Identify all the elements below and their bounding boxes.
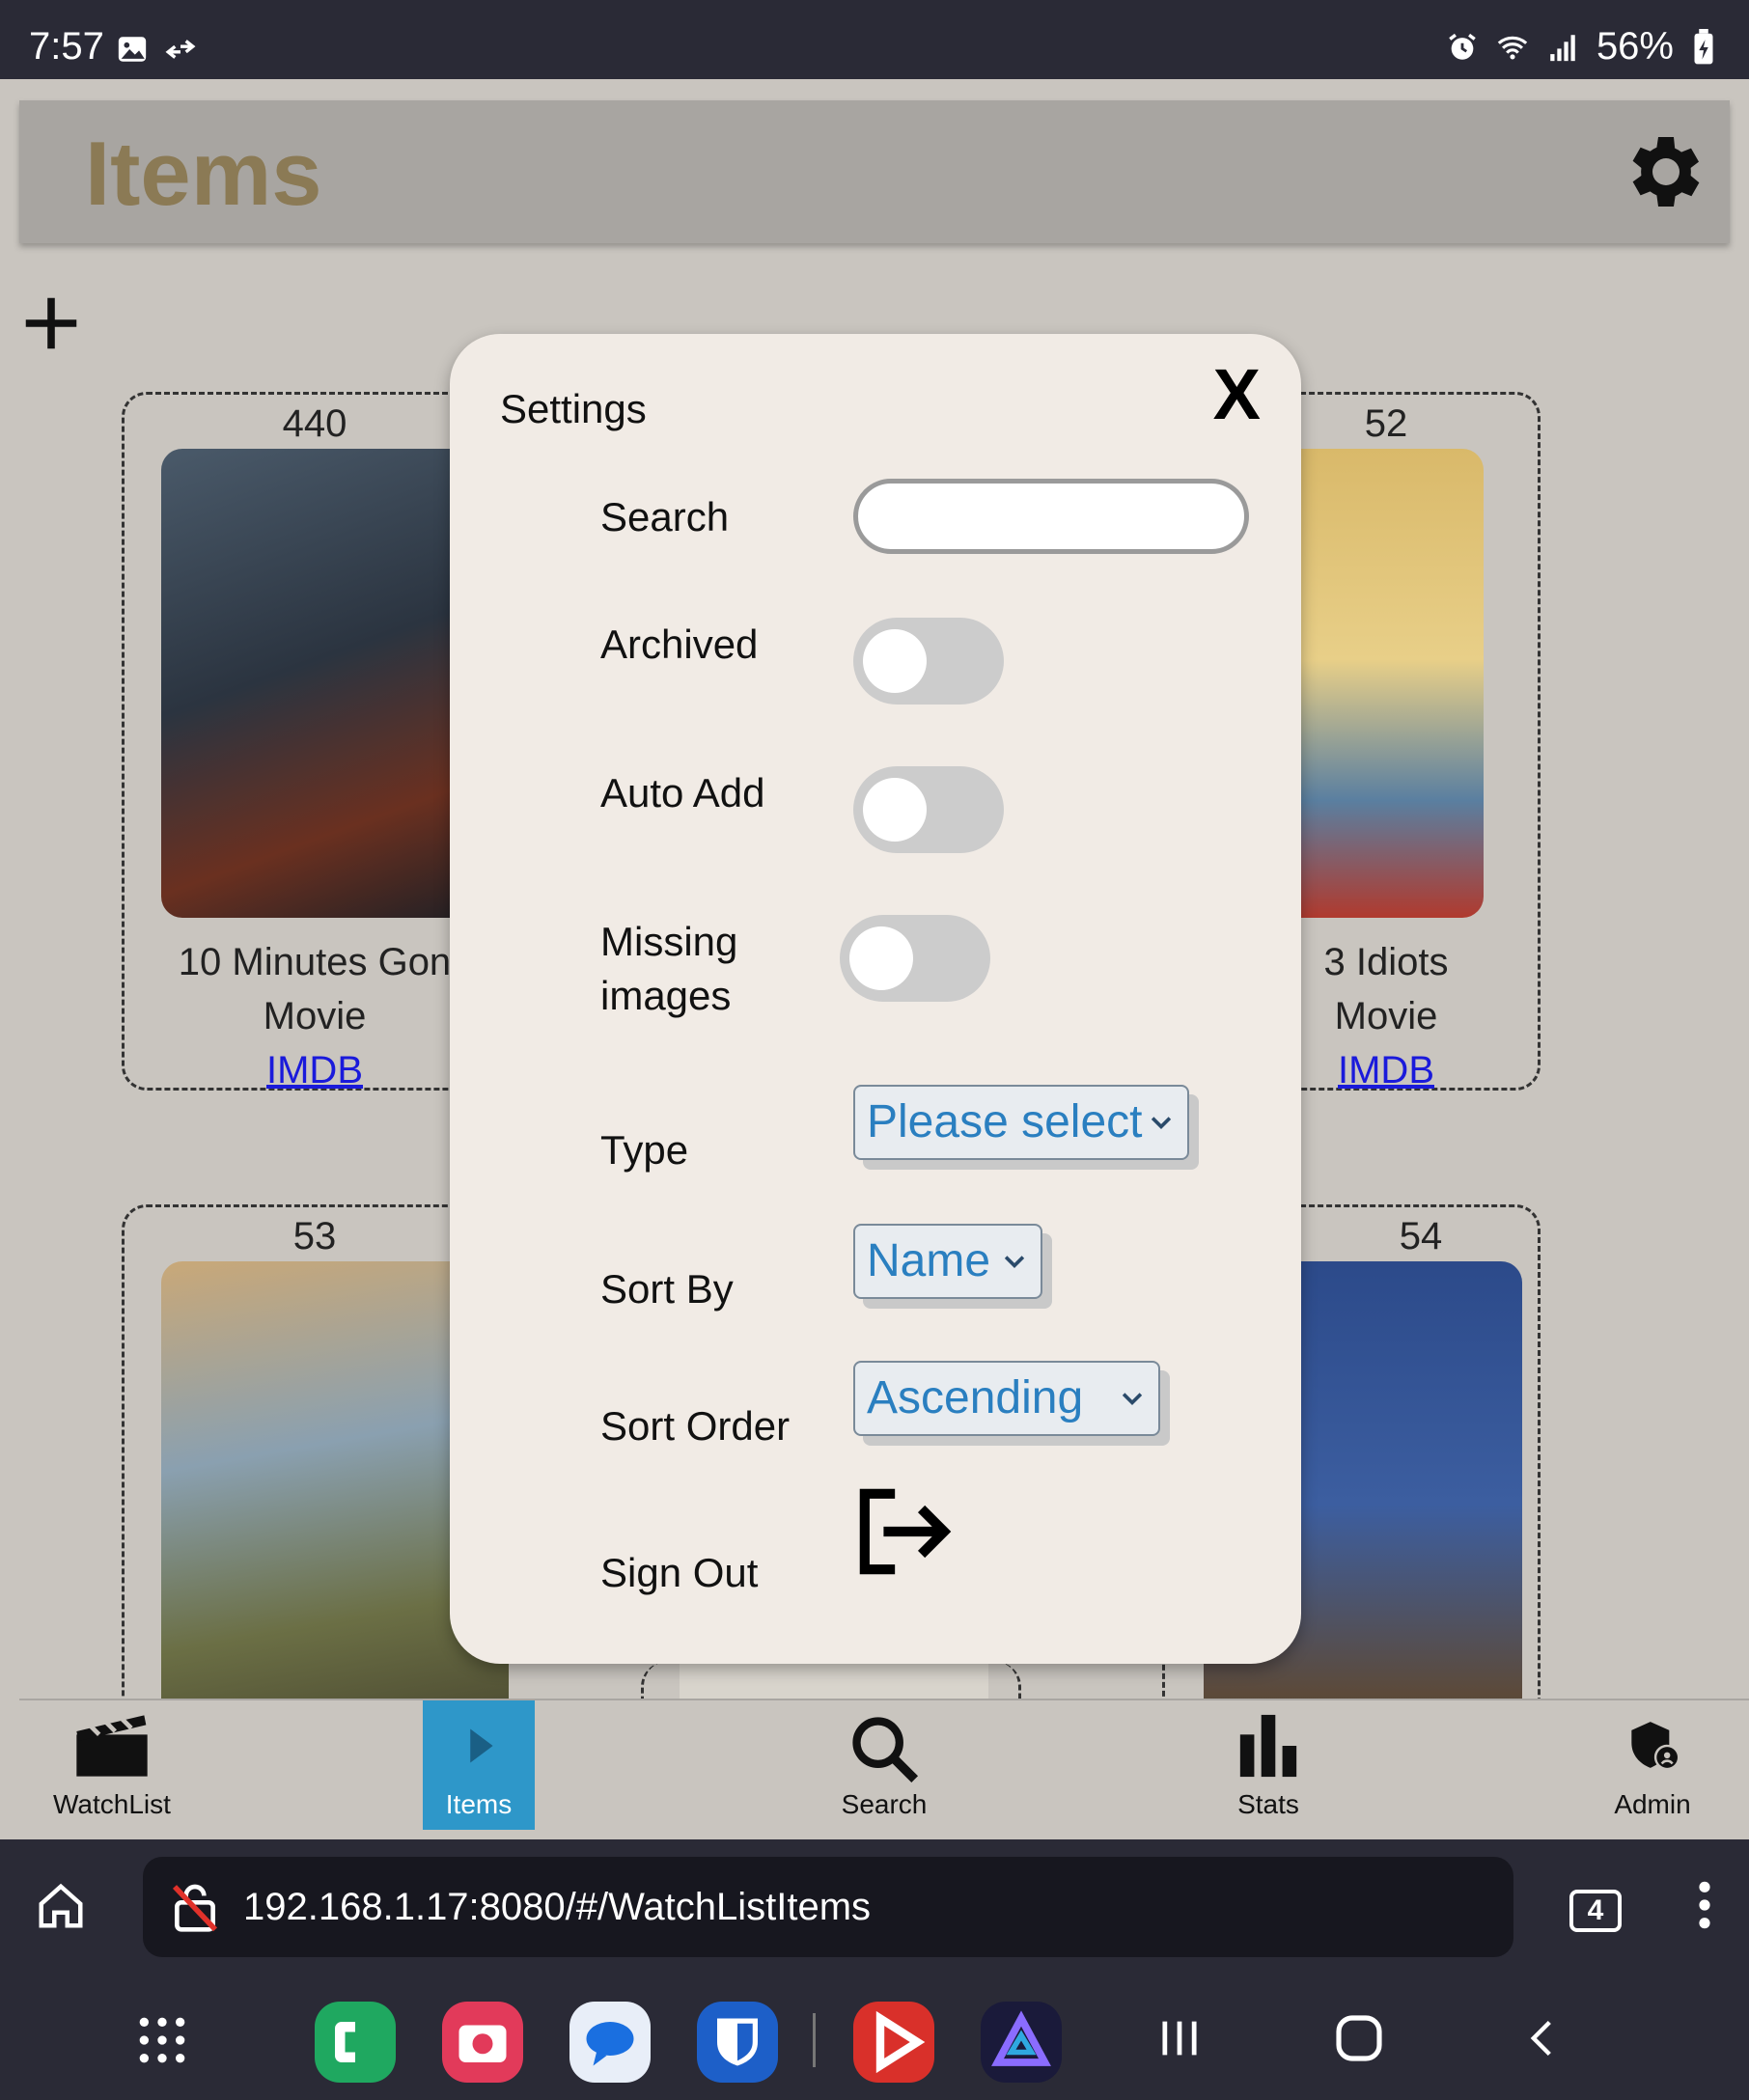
status-bar: 7:57 56% [0,0,1749,79]
nav-item-watchlist[interactable]: WatchList [35,1700,189,1830]
bar-chart-icon [1239,1714,1297,1778]
sort-by-select-value: Name [867,1235,991,1286]
add-item-icon[interactable] [17,290,85,357]
toggle-knob [849,926,913,990]
missing-images-label: Missing images [600,915,737,1023]
sort-by-label: Sort By [600,1266,734,1312]
toggle-knob [863,778,927,842]
nav-label: Admin [1614,1789,1691,1819]
nav-label: Search [841,1789,928,1819]
search-icon [852,1717,919,1783]
close-button[interactable]: X [1213,353,1261,435]
bottom-nav: WatchList Items Search Stats Admin [19,1699,1749,1838]
search-input[interactable] [853,479,1249,554]
chevron-down-icon [1004,1256,1025,1268]
nav-item-items[interactable]: Items [423,1700,535,1830]
nav-item-search[interactable]: Search [807,1700,961,1830]
item-card-title: 10 Minutes Gon [178,941,452,983]
sort-order-select-value: Ascending [867,1372,1084,1423]
battery-icon [1694,28,1713,64]
modal-title: Settings [500,386,647,431]
home-button-icon[interactable] [1332,2011,1386,2065]
app-header: Items [19,100,1730,243]
imdb-link[interactable]: IMDB [266,1049,363,1091]
nav-label: WatchList [53,1789,171,1819]
jellyfin-app-icon[interactable] [981,2002,1062,2083]
tab-count-button[interactable]: 4 [1569,1890,1622,1932]
messages-app-icon[interactable] [569,2002,651,2083]
item-card-type: Movie [263,995,367,1037]
recent-apps-icon[interactable] [1154,2011,1205,2065]
back-icon[interactable] [1521,2011,1564,2065]
data-transfer-icon [165,40,196,59]
gear-icon[interactable] [1616,125,1708,218]
system-nav-bar [0,1967,1749,2100]
type-select-value: Please select [867,1096,1143,1147]
admin-shield-icon [1631,1722,1678,1768]
battery-percent: 56% [1596,25,1674,68]
url-text[interactable]: 192.168.1.17:8080/#/WatchListItems [243,1886,871,1929]
toggle-knob [863,629,927,693]
page-title: Items [85,123,322,224]
type-label: Type [600,1127,689,1173]
missing-images-label-line2: images [600,973,732,1018]
more-options-icon[interactable] [1687,1878,1722,1932]
sign-out-label: Sign Out [600,1550,759,1595]
dock-divider [813,2013,816,2067]
bitwarden-app-icon[interactable] [697,2002,778,2083]
video-file-icon [470,1728,493,1763]
sort-order-label: Sort Order [600,1403,791,1449]
nav-label: Stats [1237,1789,1299,1819]
clapperboard-icon [76,1715,148,1777]
search-label: Search [600,494,730,539]
status-time: 7:57 [29,25,104,68]
chevron-down-icon [1151,1117,1172,1129]
video-player-app-icon[interactable] [853,2002,934,2083]
nav-item-admin[interactable]: Admin [1575,1700,1730,1830]
chevron-down-icon [1122,1393,1143,1405]
missing-images-label-line1: Missing [600,919,738,964]
address-bar[interactable]: 192.168.1.17:8080/#/WatchListItems [143,1857,1513,1957]
sign-out-icon[interactable] [853,1486,952,1577]
movie-poster-image[interactable] [1273,449,1484,918]
archived-label: Archived [600,622,759,667]
imdb-link[interactable]: IMDB [1338,1049,1434,1091]
phone-app-icon[interactable] [315,2002,396,2083]
auto-add-label: Auto Add [600,770,765,815]
sort-order-select[interactable]: Ascending [853,1361,1160,1436]
not-secure-lock-icon[interactable] [168,1880,222,1934]
item-card-number: 53 [292,1215,337,1257]
app-drawer-icon[interactable] [135,2013,189,2067]
missing-images-toggle[interactable] [840,915,990,1002]
archived-toggle[interactable] [853,618,1004,705]
browser-bar: 192.168.1.17:8080/#/WatchListItems 4 [0,1839,1749,1967]
nav-label: Items [445,1789,513,1819]
type-select[interactable]: Please select [853,1085,1189,1160]
sort-by-select[interactable]: Name [853,1224,1042,1299]
settings-modal: Settings X Search Archived Auto Add Miss… [450,334,1301,1664]
wifi-icon [1497,36,1528,59]
camera-app-icon[interactable] [442,2002,523,2083]
auto-add-toggle[interactable] [853,766,1004,853]
signal-icon [1550,34,1575,61]
alarm-icon [1449,33,1476,60]
item-card-number: 440 [282,402,347,445]
gallery-notification-icon [118,37,147,62]
nav-item-stats[interactable]: Stats [1191,1700,1346,1830]
home-icon[interactable] [35,1880,87,1932]
